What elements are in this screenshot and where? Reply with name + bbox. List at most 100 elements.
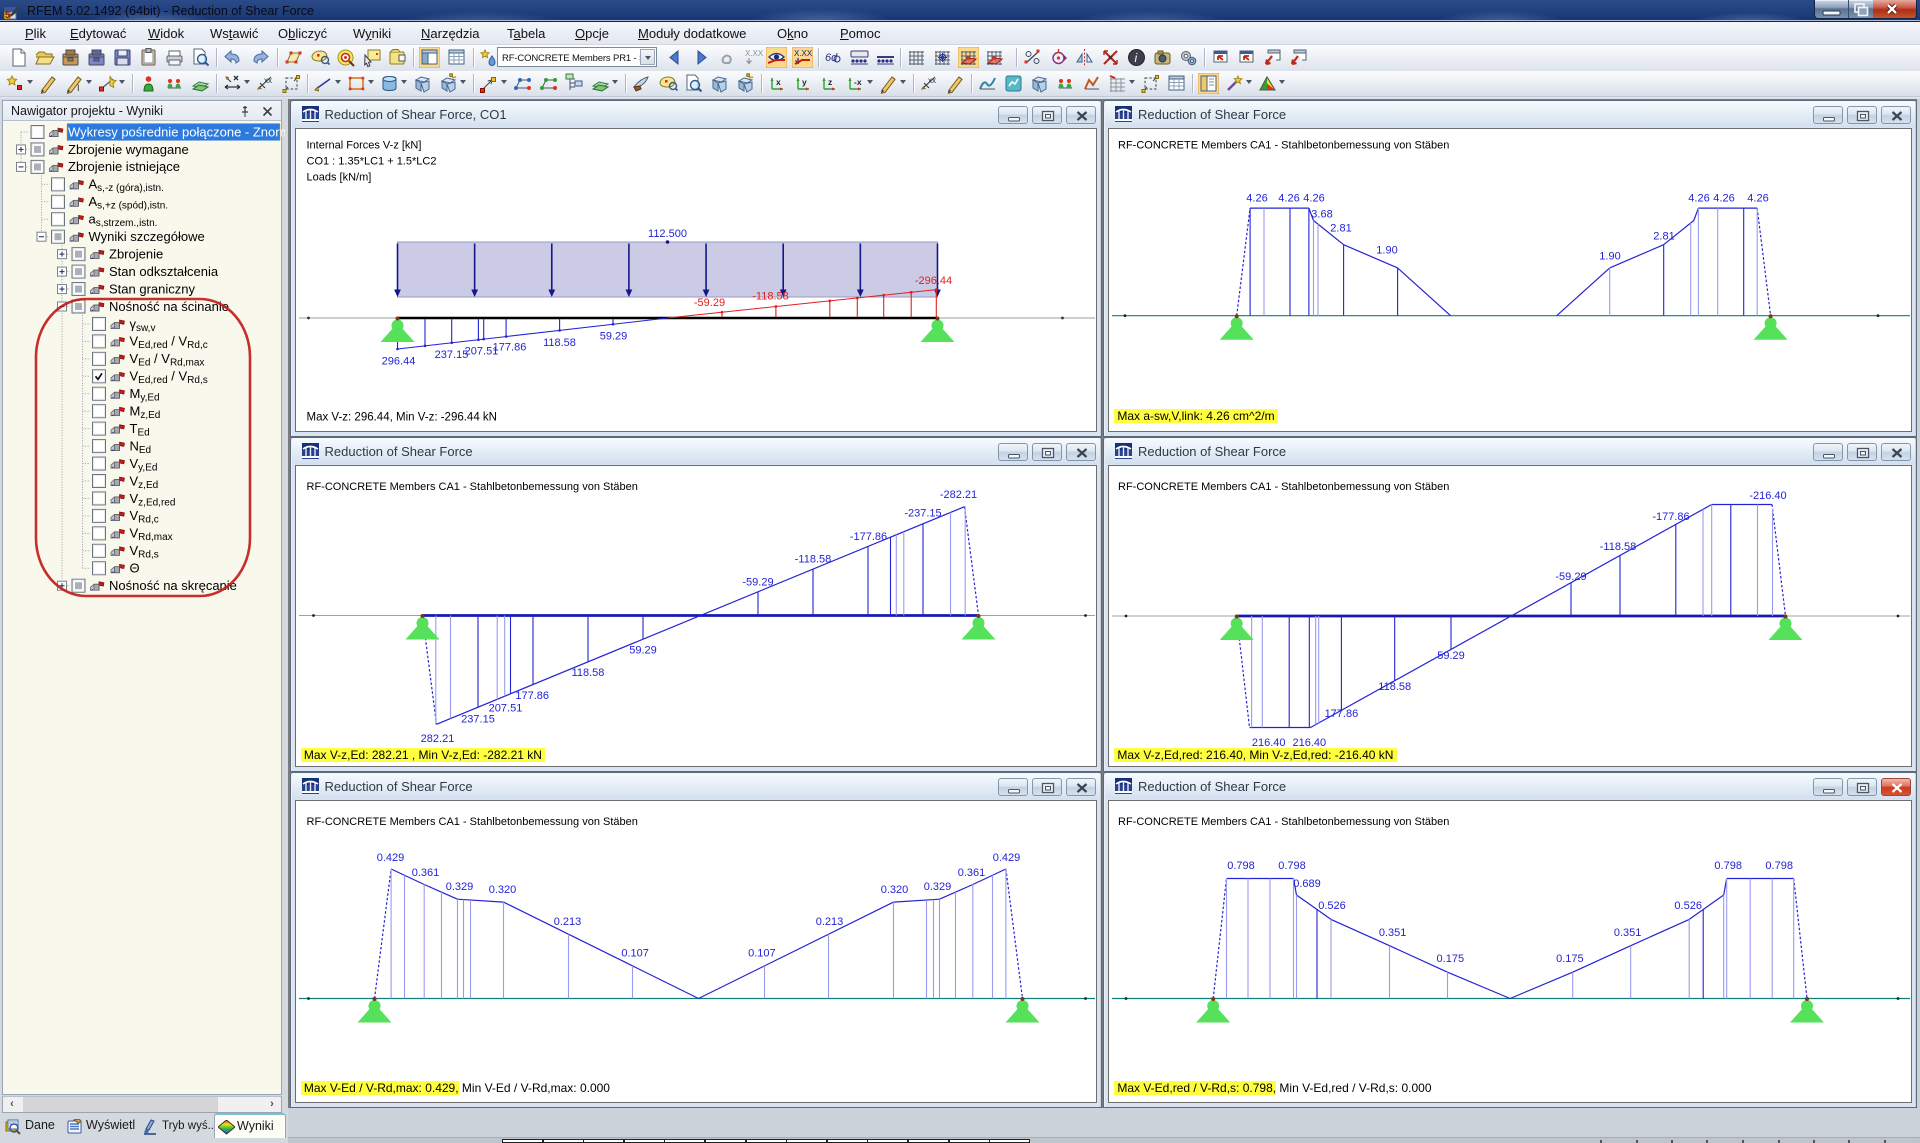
svg-text:2.81: 2.81 xyxy=(1653,230,1674,242)
svg-text:118.58: 118.58 xyxy=(543,337,576,349)
svg-text:4.26: 4.26 xyxy=(1303,192,1324,204)
svg-text:0.429: 0.429 xyxy=(376,852,404,864)
svg-text:-59.29: -59.29 xyxy=(693,297,724,309)
svg-text:RF-CONCRETE Members CA1 - Stah: RF-CONCRETE Members CA1 - Stahlbetonbeme… xyxy=(306,481,637,493)
svg-text:VEd,red / VRd,c: VEd,red / VRd,c xyxy=(130,334,208,352)
svg-text:Wykresy pośrednie połączone -: Wykresy pośrednie połączone - Znorma xyxy=(68,124,285,139)
svg-text:Zbrojenie: Zbrojenie xyxy=(109,246,163,261)
svg-text:4.26: 4.26 xyxy=(1278,192,1299,204)
svg-text:As,+z (spód),istn.: As,+z (spód),istn. xyxy=(89,194,169,212)
svg-text:VRd,c: VRd,c xyxy=(130,508,159,526)
svg-text:RF-CONCRETE Members CA1 - Stah: RF-CONCRETE Members CA1 - Stahlbetonbeme… xyxy=(1118,816,1449,828)
svg-text:0.329: 0.329 xyxy=(445,881,473,893)
svg-text:-237.15: -237.15 xyxy=(904,508,941,520)
svg-text:-59.29: -59.29 xyxy=(742,577,773,589)
svg-text:237.15: 237.15 xyxy=(434,349,468,361)
svg-text:Vz,Ed: Vz,Ed xyxy=(130,473,159,491)
svg-text:118.58: 118.58 xyxy=(1378,681,1411,693)
svg-text:Mz,Ed: Mz,Ed xyxy=(130,404,161,422)
svg-text:59.29: 59.29 xyxy=(1437,650,1465,662)
svg-text:0.351: 0.351 xyxy=(1379,927,1407,939)
svg-text:0.213: 0.213 xyxy=(553,916,581,928)
svg-text:as,strzem.,istn.: as,strzem.,istn. xyxy=(89,212,158,230)
svg-text:0.798: 0.798 xyxy=(1765,860,1793,872)
svg-text:4.26: 4.26 xyxy=(1246,192,1267,204)
svg-text:-282.21: -282.21 xyxy=(939,489,976,501)
svg-text:Loads [kN/m]: Loads [kN/m] xyxy=(306,171,371,183)
svg-text:VRd,s: VRd,s xyxy=(130,543,159,561)
svg-text:296.44: 296.44 xyxy=(381,355,415,367)
svg-text:Vy,Ed: Vy,Ed xyxy=(130,456,158,474)
svg-text:X.XX: X.XX xyxy=(745,49,764,58)
svg-text:0.175: 0.175 xyxy=(1556,953,1584,965)
svg-text:0.689: 0.689 xyxy=(1293,878,1321,890)
svg-text:RF-CONCRETE Members CA1 - Stah: RF-CONCRETE Members CA1 - Stahlbetonbeme… xyxy=(1118,481,1449,493)
svg-text:0.798: 0.798 xyxy=(1714,860,1742,872)
svg-text:5: 5 xyxy=(5,10,10,20)
svg-text:-177.86: -177.86 xyxy=(849,531,886,543)
svg-text:As,-z (góra),istn.: As,-z (góra),istn. xyxy=(89,177,164,195)
svg-text:0.361: 0.361 xyxy=(411,867,439,879)
svg-text:X.XX: X.XX xyxy=(794,49,813,58)
svg-text:VEd,red / VRd,s: VEd,red / VRd,s xyxy=(130,369,208,387)
svg-text:My,Ed: My,Ed xyxy=(130,386,160,404)
svg-text:z: z xyxy=(828,77,832,87)
svg-text:59.29: 59.29 xyxy=(599,330,627,342)
svg-text:0.213: 0.213 xyxy=(815,916,843,928)
svg-text:237.15: 237.15 xyxy=(461,714,495,726)
svg-text:4.26: 4.26 xyxy=(1747,192,1768,204)
svg-text:Wyniki szczegółowe: Wyniki szczegółowe xyxy=(89,229,205,244)
svg-text:0.107: 0.107 xyxy=(748,948,776,960)
svg-text:VEd / VRd,max: VEd / VRd,max xyxy=(130,351,205,369)
svg-text:x: x xyxy=(776,77,781,87)
svg-text:-296.44: -296.44 xyxy=(914,275,951,287)
svg-text:59.29: 59.29 xyxy=(629,644,657,656)
svg-text:-177.86: -177.86 xyxy=(1652,511,1689,523)
svg-text:0.361: 0.361 xyxy=(957,867,985,879)
svg-text:Zbrojenie wymagane: Zbrojenie wymagane xyxy=(68,142,189,157)
svg-text:282.21: 282.21 xyxy=(420,733,454,745)
svg-text:-118.58: -118.58 xyxy=(752,290,789,302)
svg-text:RF-CONCRETE Members CA1 - Stah: RF-CONCRETE Members CA1 - Stahlbetonbeme… xyxy=(1118,139,1449,151)
svg-text:-118.58: -118.58 xyxy=(1600,541,1637,553)
svg-text:0.175: 0.175 xyxy=(1437,953,1465,965)
svg-text:0.329: 0.329 xyxy=(923,881,951,893)
svg-text:-59.29: -59.29 xyxy=(1555,571,1586,583)
svg-text:0.351: 0.351 xyxy=(1614,927,1642,939)
svg-text:Stan odkształcenia: Stan odkształcenia xyxy=(109,264,219,279)
svg-text:Vz,Ed,red: Vz,Ed,red xyxy=(130,491,176,509)
svg-text:Nośność na skręcanie: Nośność na skręcanie xyxy=(109,578,237,593)
svg-text:0.320: 0.320 xyxy=(488,884,516,896)
svg-text:γsw,v: γsw,v xyxy=(130,316,156,334)
svg-text:4.26: 4.26 xyxy=(1713,192,1734,204)
svg-text:177.86: 177.86 xyxy=(492,341,526,353)
svg-text:Max V-z: 296.44, Min V-z: -296: Max V-z: 296.44, Min V-z: -296.44 kN xyxy=(306,411,496,423)
svg-text:xx: xx xyxy=(928,76,936,85)
svg-text:NEd: NEd xyxy=(130,438,152,456)
svg-text:0.429: 0.429 xyxy=(992,852,1020,864)
svg-text:-118.58: -118.58 xyxy=(794,554,831,566)
svg-text:y: y xyxy=(802,77,807,87)
svg-text:Internal Forces V-z [kN]: Internal Forces V-z [kN] xyxy=(306,139,421,151)
svg-text:-216.40: -216.40 xyxy=(1749,490,1786,502)
svg-text:CO1 : 1.35*LC1 + 1.5*LC2: CO1 : 1.35*LC1 + 1.5*LC2 xyxy=(306,155,436,167)
svg-text:3.68: 3.68 xyxy=(1311,208,1332,220)
svg-text:118.58: 118.58 xyxy=(571,667,604,679)
svg-text:Stan graniczny: Stan graniczny xyxy=(109,281,195,296)
svg-text:0.526: 0.526 xyxy=(1318,900,1346,912)
svg-text:207.51: 207.51 xyxy=(488,703,522,715)
svg-text:TEd: TEd xyxy=(130,421,150,439)
svg-text:Θ: Θ xyxy=(130,561,140,576)
svg-text:Zbrojenie istniejące: Zbrojenie istniejące xyxy=(68,159,180,174)
svg-text:1.90: 1.90 xyxy=(1376,244,1397,256)
svg-text:1.90: 1.90 xyxy=(1599,250,1620,262)
svg-text:0.320: 0.320 xyxy=(880,884,908,896)
svg-text:0.526: 0.526 xyxy=(1674,900,1702,912)
svg-text:0.798: 0.798 xyxy=(1227,860,1255,872)
svg-text:xx: xx xyxy=(264,76,272,85)
svg-text:VRd,max: VRd,max xyxy=(130,526,173,544)
svg-text:RF-CONCRETE Members CA1 - Stah: RF-CONCRETE Members CA1 - Stahlbetonbeme… xyxy=(306,816,637,828)
svg-text:I: I xyxy=(77,83,80,93)
svg-text:177.86: 177.86 xyxy=(515,690,549,702)
svg-text:4.26: 4.26 xyxy=(1688,192,1709,204)
